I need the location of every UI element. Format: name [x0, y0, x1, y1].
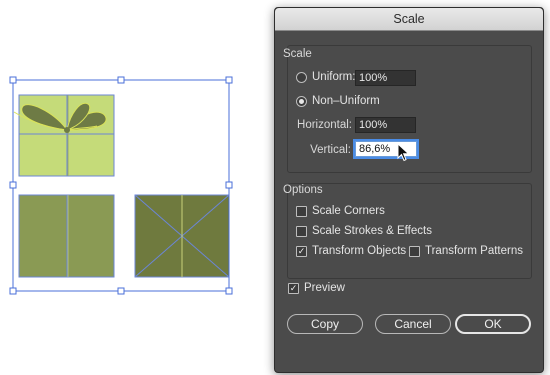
uniform-input[interactable]: 100%: [355, 70, 416, 86]
transform-patterns-checkbox[interactable]: [409, 245, 420, 257]
uniform-radio[interactable]: [296, 71, 307, 83]
handle-middle-right[interactable]: [225, 181, 233, 189]
transform-patterns-option[interactable]: Transform Patterns: [409, 245, 523, 257]
scale-group-label: Scale: [283, 48, 312, 60]
non-uniform-label: Non–Uniform: [312, 95, 380, 107]
artwork-canvas[interactable]: [0, 0, 280, 375]
uniform-option[interactable]: Uniform:: [296, 71, 355, 83]
scale-corners-label: Scale Corners: [312, 205, 385, 217]
transform-objects-checkbox[interactable]: ✓: [296, 245, 307, 257]
arrow-pointer-icon: [397, 143, 410, 162]
gift-side-panel[interactable]: [18, 194, 115, 278]
scale-corners-checkbox[interactable]: [296, 205, 307, 217]
horizontal-label: Horizontal:: [297, 119, 352, 131]
preview-checkbox[interactable]: ✓: [288, 282, 299, 294]
scale-strokes-checkbox[interactable]: [296, 225, 307, 237]
handle-bottom-right[interactable]: [225, 287, 233, 295]
dialog-title: Scale: [275, 8, 543, 31]
cancel-button[interactable]: Cancel: [375, 314, 451, 334]
handle-middle-left[interactable]: [9, 181, 17, 189]
handle-bottom-left[interactable]: [9, 287, 17, 295]
copy-button[interactable]: Copy: [287, 314, 363, 334]
handle-top-right[interactable]: [225, 76, 233, 84]
scale-dialog: Scale Scale Uniform: 100% Non–Uniform Ho…: [274, 7, 544, 373]
non-uniform-option[interactable]: Non–Uniform: [296, 95, 380, 107]
scale-strokes-option[interactable]: Scale Strokes & Effects: [296, 225, 432, 237]
transform-patterns-label: Transform Patterns: [425, 245, 523, 257]
options-group-label: Options: [283, 184, 323, 196]
scale-corners-option[interactable]: Scale Corners: [296, 205, 385, 217]
preview-label: Preview: [304, 282, 345, 294]
transform-objects-label: Transform Objects: [312, 245, 407, 257]
vertical-label: Vertical:: [310, 144, 351, 156]
scale-strokes-label: Scale Strokes & Effects: [312, 225, 432, 237]
handle-bottom-middle[interactable]: [117, 287, 125, 295]
ok-button[interactable]: OK: [455, 314, 531, 334]
non-uniform-radio[interactable]: [296, 95, 307, 107]
transform-objects-option[interactable]: ✓ Transform Objects: [296, 245, 406, 257]
preview-option[interactable]: ✓ Preview: [288, 282, 345, 294]
uniform-label: Uniform:: [312, 71, 356, 83]
handle-top-left[interactable]: [9, 76, 17, 84]
handle-top-middle[interactable]: [117, 76, 125, 84]
horizontal-input[interactable]: 100%: [355, 117, 416, 133]
gift-bottom-panel[interactable]: [134, 194, 230, 278]
artboard[interactable]: [0, 0, 280, 375]
